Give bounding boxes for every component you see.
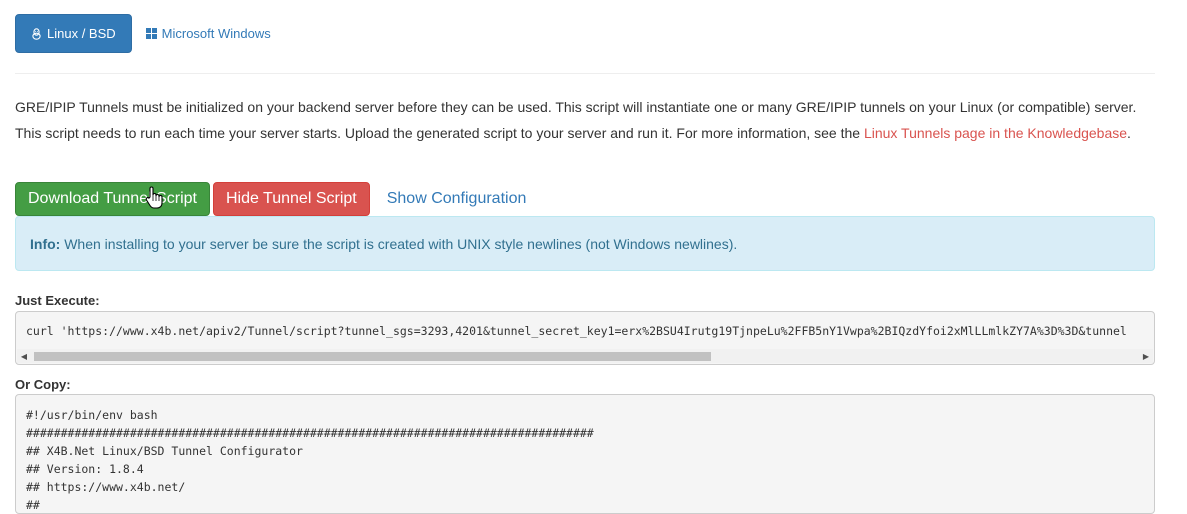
script-actions: Download Tunnel Script Hide Tunnel Scrip…: [15, 182, 543, 216]
os-tabs: Linux / BSD Microsoft Windows: [15, 14, 286, 53]
penguin-icon: [31, 27, 42, 40]
scroll-left-arrow-icon[interactable]: ◀: [17, 349, 31, 363]
curl-command: curl 'https://www.x4b.net/apiv2/Tunnel/s…: [26, 324, 1127, 338]
divider: [15, 73, 1155, 74]
script-code-box[interactable]: #!/usr/bin/env bash ####################…: [15, 394, 1155, 514]
info-alert-title: Info:: [30, 236, 61, 252]
just-execute-code-box[interactable]: curl 'https://www.x4b.net/apiv2/Tunnel/s…: [15, 311, 1155, 365]
hide-tunnel-script-button[interactable]: Hide Tunnel Script: [212, 182, 370, 216]
scroll-right-arrow-icon[interactable]: ▶: [1139, 349, 1153, 363]
info-alert: Info: When installing to your server be …: [15, 216, 1155, 271]
or-copy-label: Or Copy:: [15, 377, 71, 392]
info-alert-text: When installing to your server be sure t…: [60, 236, 738, 252]
intro-paragraph: GRE/IPIP Tunnels must be initialized on …: [15, 94, 1155, 146]
tab-microsoft-windows[interactable]: Microsoft Windows: [132, 14, 286, 53]
horizontal-scrollbar[interactable]: ◀ ▶: [17, 349, 1153, 363]
script-line: ########################################…: [26, 426, 594, 440]
show-configuration-link[interactable]: Show Configuration: [373, 182, 541, 216]
tab-windows-label: Microsoft Windows: [161, 26, 271, 41]
intro-after-link: .: [1127, 125, 1131, 141]
download-tunnel-script-button[interactable]: Download Tunnel Script: [15, 182, 210, 216]
script-line: ## Version: 1.8.4: [26, 462, 144, 476]
script-line: ## https://www.x4b.net/: [26, 480, 186, 494]
just-execute-label: Just Execute:: [15, 293, 100, 308]
script-line: #!/usr/bin/env bash: [26, 408, 158, 422]
hand-cursor-icon: [145, 186, 163, 209]
tab-linux-label: Linux / BSD: [47, 26, 116, 41]
windows-logo-icon: [145, 28, 157, 39]
scrollbar-thumb[interactable]: [34, 352, 711, 361]
script-line: ## X4B.Net Linux/BSD Tunnel Configurator: [26, 444, 303, 458]
script-line: ##: [26, 498, 40, 512]
tab-linux-bsd[interactable]: Linux / BSD: [15, 14, 132, 53]
linux-tunnels-kb-link[interactable]: Linux Tunnels page in the Knowledgebase: [864, 125, 1127, 141]
